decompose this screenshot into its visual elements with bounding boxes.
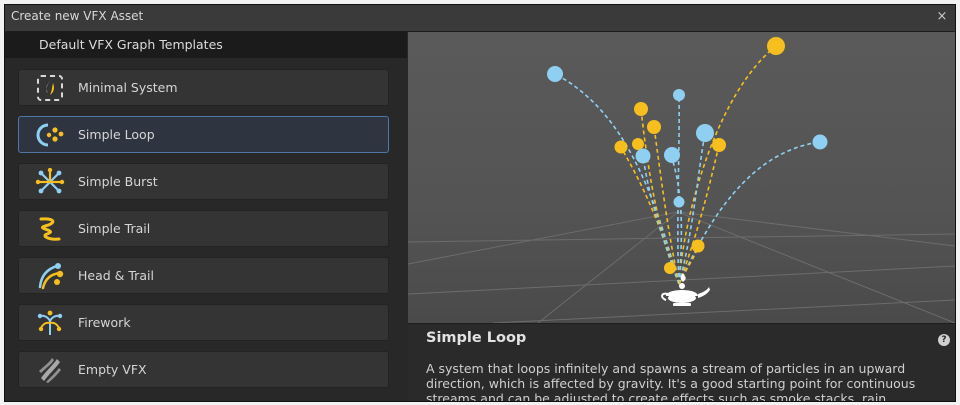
particle — [673, 196, 685, 208]
template-details-title: Simple Loop — [426, 330, 527, 346]
templates-header: Default VFX Graph Templates — [5, 32, 407, 58]
particle — [634, 102, 648, 116]
firework-icon — [37, 310, 63, 335]
preview-panel: Simple Loop ? A system that loops infini… — [408, 32, 955, 401]
template-details: Simple Loop ? A system that loops infini… — [408, 323, 955, 402]
particle — [696, 124, 714, 142]
title-bar: Create new VFX Asset × — [5, 5, 955, 32]
particle — [712, 138, 726, 152]
preview-viewport — [408, 32, 955, 323]
minimal-system-icon — [37, 75, 63, 101]
template-label: Minimal System — [78, 80, 178, 95]
window-title: Create new VFX Asset — [11, 9, 144, 23]
template-simple-burst[interactable]: Simple Burst — [18, 163, 389, 200]
head-and-trail-icon — [38, 263, 64, 290]
particle — [632, 138, 644, 150]
template-simple-trail[interactable]: Simple Trail — [18, 210, 389, 247]
template-minimal-system[interactable]: Minimal System — [18, 69, 389, 106]
particle — [767, 37, 785, 55]
templates-header-label: Default VFX Graph Templates — [39, 37, 223, 52]
help-icon[interactable]: ? — [938, 334, 950, 346]
empty-vfx-icon — [39, 358, 61, 383]
template-head-and-trail[interactable]: Head & Trail — [18, 257, 389, 294]
simple-trail-icon — [39, 217, 61, 241]
simple-burst-icon — [35, 168, 65, 194]
template-empty-vfx[interactable]: Empty VFX — [18, 351, 389, 388]
simple-loop-icon — [36, 123, 64, 147]
template-simple-loop[interactable]: Simple Loop — [18, 116, 389, 153]
template-label: Head & Trail — [78, 268, 154, 283]
template-label: Simple Trail — [78, 221, 151, 236]
particle — [664, 147, 680, 163]
template-firework[interactable]: Firework — [18, 304, 389, 341]
close-icon[interactable]: × — [935, 10, 949, 24]
template-label: Empty VFX — [78, 362, 147, 377]
templates-panel: Default VFX Graph Templates Minimal Syst… — [5, 32, 407, 401]
particle — [664, 262, 676, 274]
particle — [647, 120, 661, 134]
particle — [635, 148, 651, 164]
particle — [812, 134, 828, 150]
particle — [673, 89, 685, 101]
particle — [547, 66, 563, 82]
particle — [691, 239, 705, 253]
create-vfx-asset-window: Create new VFX Asset × Default VFX Graph… — [4, 4, 956, 402]
template-label: Simple Burst — [78, 174, 158, 189]
template-description: A system that loops infinitely and spawn… — [426, 361, 916, 402]
particle — [614, 140, 628, 154]
template-label: Simple Loop — [78, 127, 155, 142]
template-label: Firework — [78, 315, 131, 330]
